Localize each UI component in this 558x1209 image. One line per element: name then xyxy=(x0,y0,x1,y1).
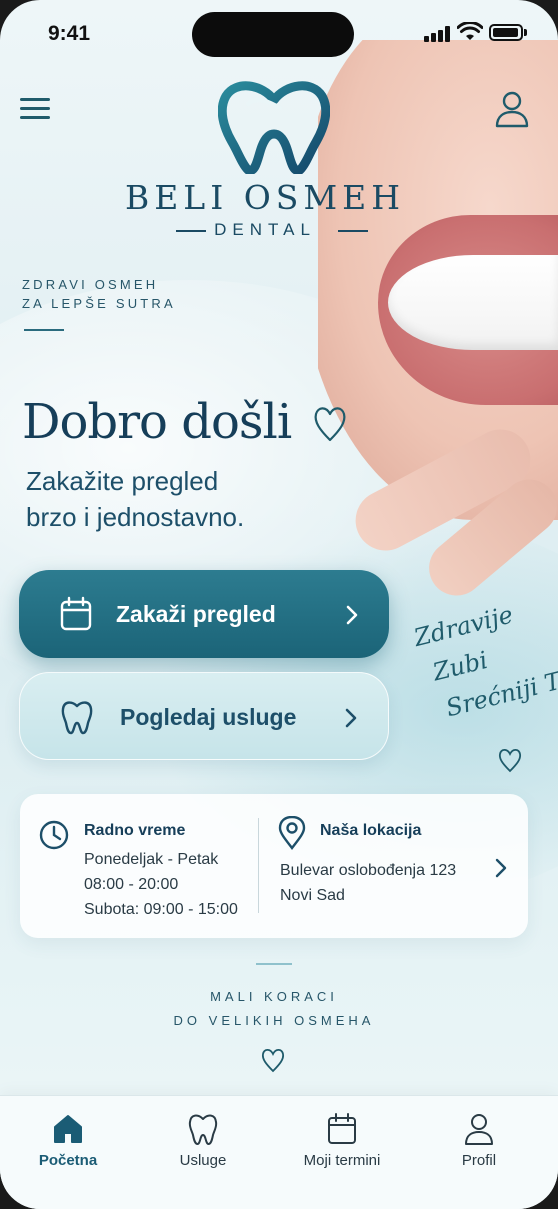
battery-icon xyxy=(489,24,523,41)
brand-name: BELI OSMEH xyxy=(124,178,406,217)
signal-icon xyxy=(424,26,452,42)
hours-line-2: 08:00 - 20:00 xyxy=(84,876,179,893)
tagline-divider xyxy=(24,329,64,331)
heart-icon xyxy=(314,407,346,442)
heart-icon xyxy=(498,748,522,773)
welcome-title: Dobro došli xyxy=(22,394,292,450)
motto-line-2: DO VELIKIH OSMEHA xyxy=(173,1013,375,1028)
tooth-icon xyxy=(61,701,93,735)
clock-icon xyxy=(39,820,69,850)
user-icon xyxy=(465,1114,493,1145)
location-pin-icon xyxy=(278,816,306,850)
chevron-right-icon xyxy=(345,708,357,728)
tab-appointments[interactable]: Moji termini xyxy=(282,1096,402,1186)
motto-divider xyxy=(256,963,292,965)
hours-title: Radno vreme xyxy=(84,822,186,839)
hero-subtitle-line-2: brzo i jednostavno. xyxy=(26,502,245,532)
tooth-icon xyxy=(188,1114,218,1145)
bottom-tab-bar: Početna Usluge Moji termini Profil xyxy=(0,1095,558,1209)
book-appointment-button[interactable]: Zakaži pregled xyxy=(19,570,389,658)
view-services-button[interactable]: Pogledaj usluge xyxy=(19,672,389,760)
calendar-icon xyxy=(328,1113,356,1144)
app-screen: 9:41 BELI OSMEH DENTAL ZDRAVI OSMEH ZA L… xyxy=(0,0,558,1209)
location-line-1: Bulevar oslobođenja 123 xyxy=(280,862,457,879)
home-icon xyxy=(54,1115,82,1143)
calendar-icon xyxy=(60,596,92,631)
dynamic-island xyxy=(192,12,354,57)
status-bar: 9:41 xyxy=(0,0,558,70)
tagline-line-1: ZDRAVI OSMEH xyxy=(22,277,159,292)
tab-home[interactable]: Početna xyxy=(8,1096,128,1186)
hours-line-3: Subota: 09:00 - 15:00 xyxy=(84,901,238,918)
motto-line-1: MALI KORACI xyxy=(210,989,338,1004)
brand-divider xyxy=(338,230,368,232)
location-line-2: Novi Sad xyxy=(280,887,345,904)
book-appointment-label: Zakaži pregled xyxy=(116,601,276,627)
tab-appointments-label: Moji termini xyxy=(303,1152,381,1169)
view-services-label: Pogledaj usluge xyxy=(120,704,297,730)
status-time: 9:41 xyxy=(48,22,91,45)
tab-services-label: Usluge xyxy=(179,1152,227,1169)
chevron-right-icon xyxy=(346,605,358,625)
tab-home-label: Početna xyxy=(38,1152,98,1169)
user-icon[interactable] xyxy=(495,90,529,128)
location-title: Naša lokacija xyxy=(320,822,422,839)
heart-icon xyxy=(261,1048,285,1073)
hero-subtitle-line-1: Zakažite pregled xyxy=(26,466,219,496)
info-card: Radno vreme Ponedeljak - Petak 08:00 - 2… xyxy=(20,794,528,938)
tab-profile-label: Profil xyxy=(461,1152,497,1169)
card-divider xyxy=(258,818,259,913)
tab-profile[interactable]: Profil xyxy=(419,1096,539,1186)
tagline-line-2: ZA LEPŠE SUTRA xyxy=(22,296,176,311)
brand-subtitle: DENTAL xyxy=(214,220,316,239)
tab-services[interactable]: Usluge xyxy=(143,1096,263,1186)
hamburger-menu-icon[interactable] xyxy=(20,96,52,122)
tooth-logo-icon xyxy=(218,81,330,174)
wifi-icon xyxy=(457,22,483,40)
location-chevron-right-icon[interactable] xyxy=(495,858,507,878)
hours-line-1: Ponedeljak - Petak xyxy=(84,851,219,868)
